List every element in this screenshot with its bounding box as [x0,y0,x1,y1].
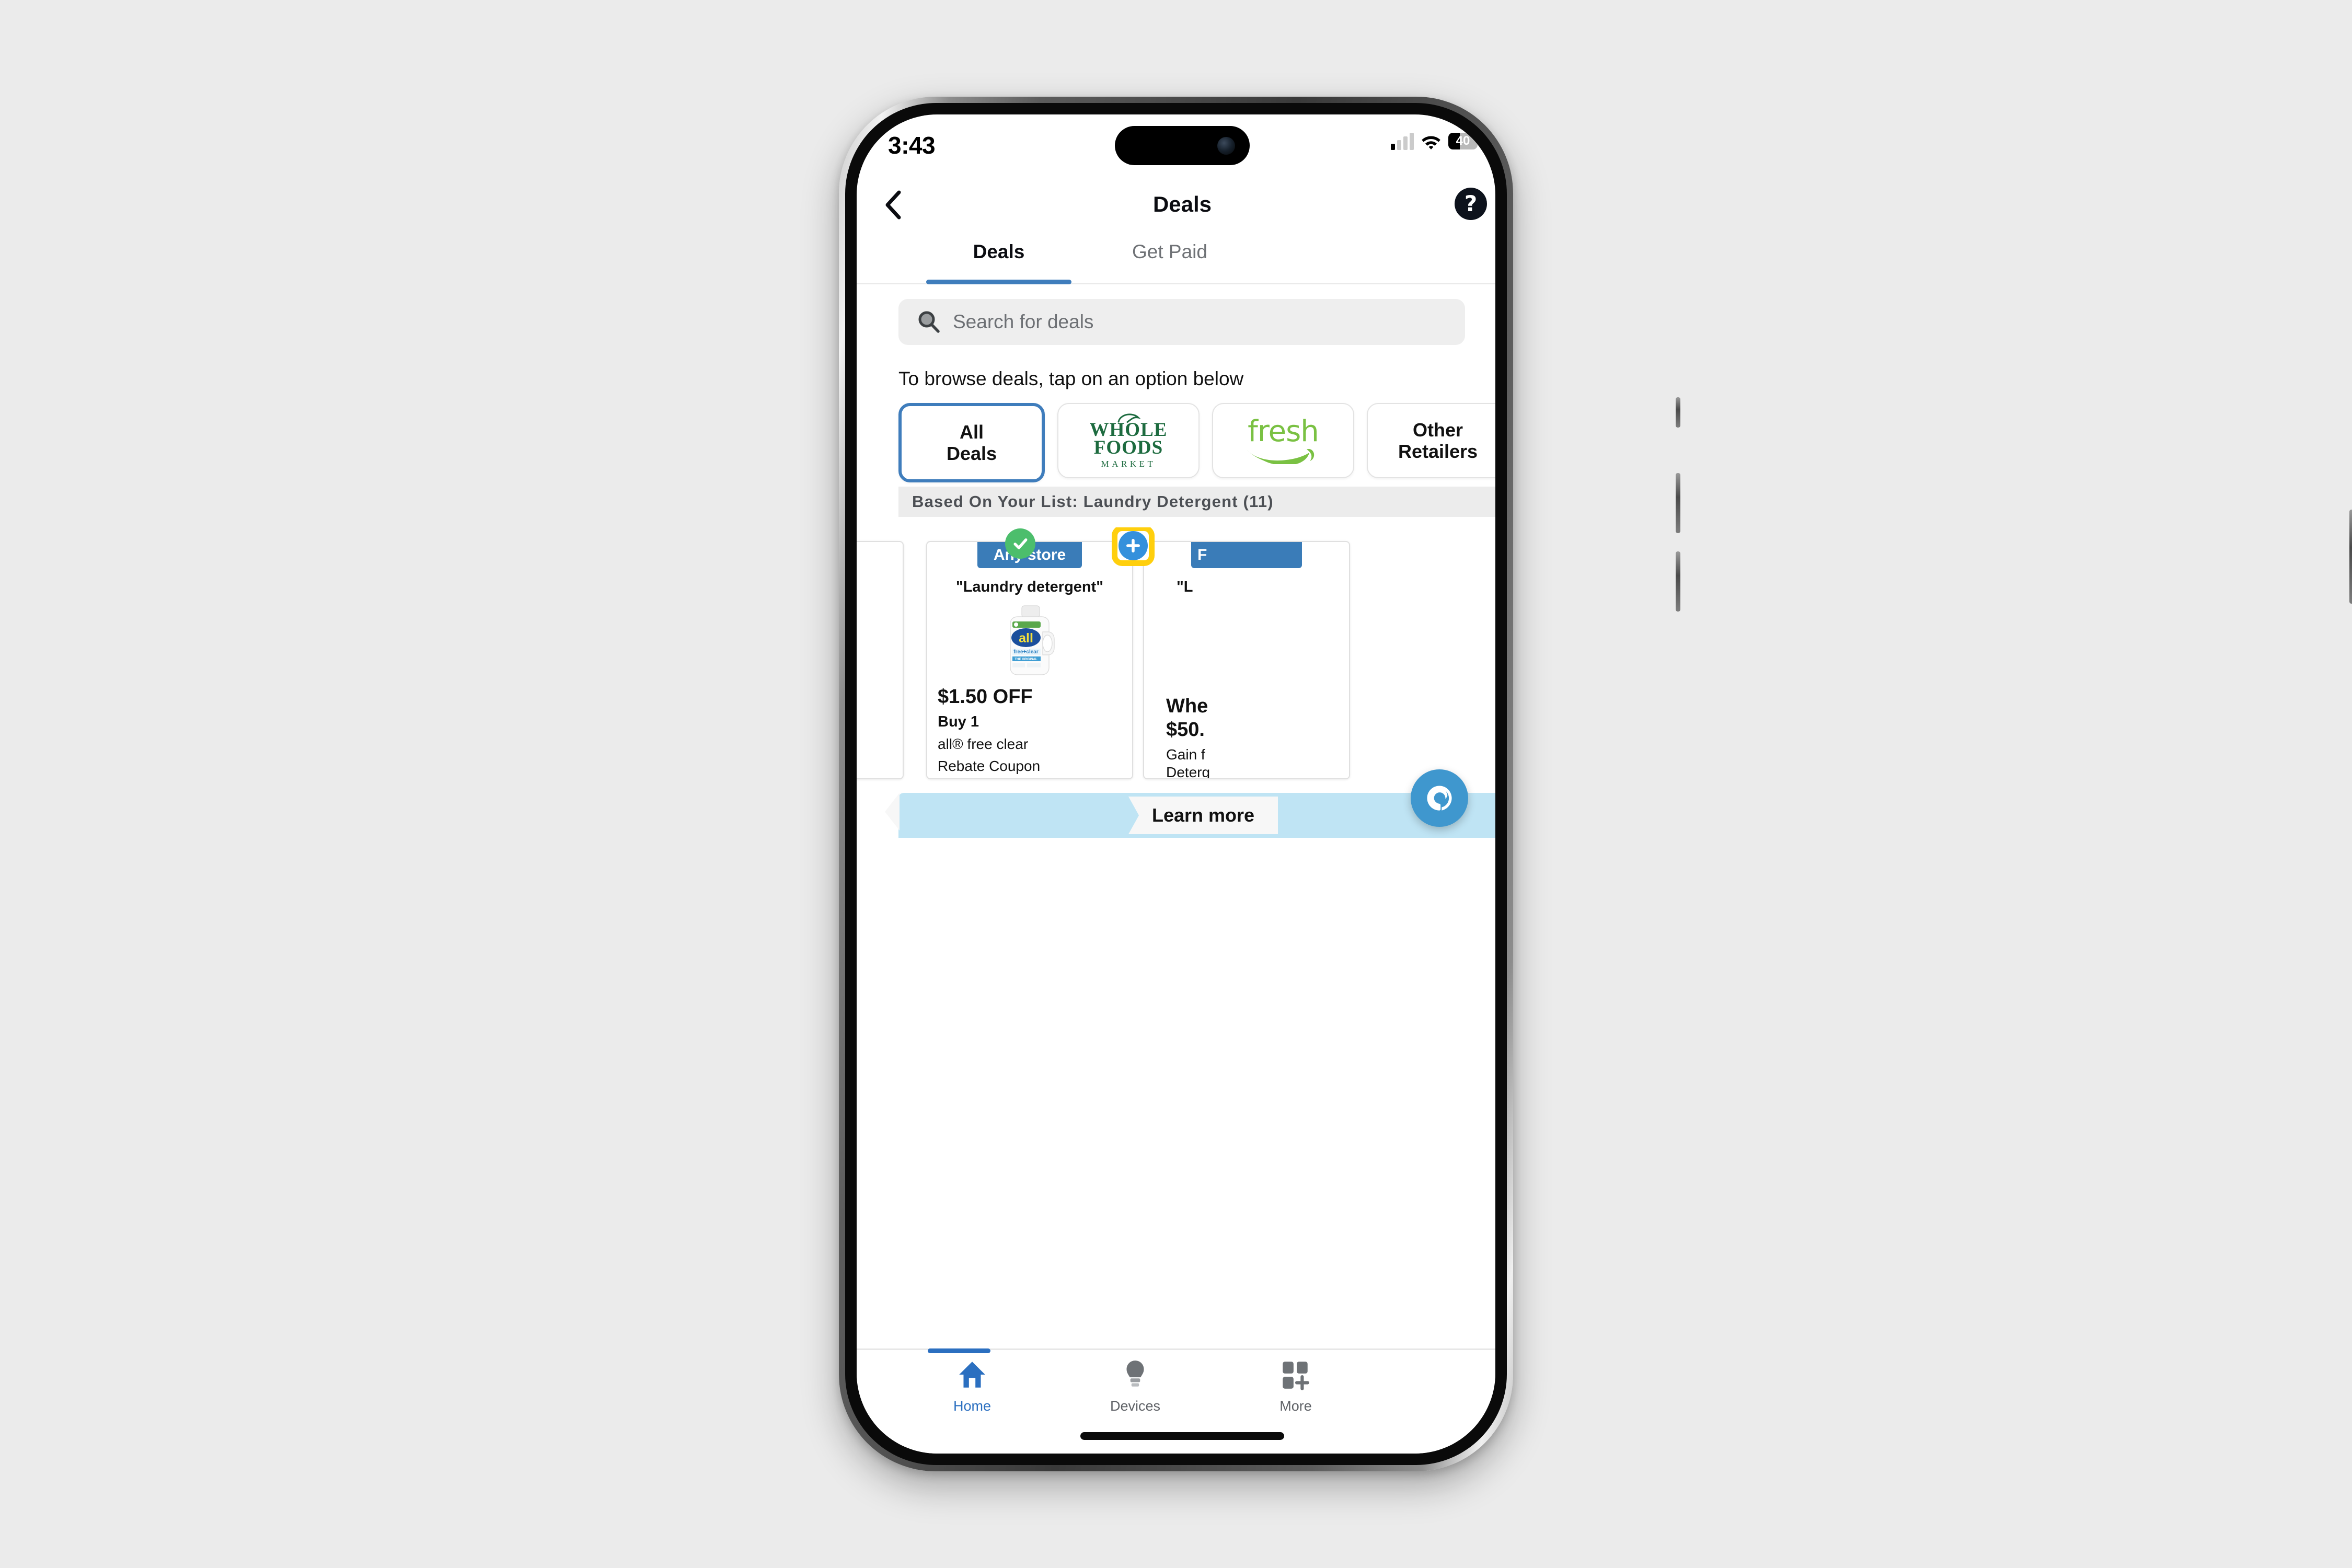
volume-down-button[interactable] [1676,551,1680,612]
nav-header: Deals ? [857,176,1495,233]
search-input[interactable] [952,310,1403,333]
silent-switch[interactable] [1676,397,1680,428]
deal-line1-center: all® free clear [938,736,1029,752]
power-button[interactable] [2349,510,2352,604]
search-bar[interactable] [898,299,1465,345]
amazon-fresh-logo: fresh [1244,417,1322,464]
deal-image-center: all free+clear THE ORIGINAL [927,602,1132,681]
deal-headline-center: $1.50 OFF [938,686,1033,708]
wf-line2: FOODS [1093,437,1163,459]
nav-label-home: Home [953,1398,991,1414]
nav-active-indicator [928,1348,990,1353]
tab-active-underline [926,280,1071,284]
volume-up-button[interactable] [1676,473,1680,533]
svg-text:THE ORIGINAL: THE ORIGINAL [1015,658,1037,661]
front-camera-icon [1217,136,1235,155]
page-title: Deals [1152,192,1212,216]
deal-headline1-right: Whe [1166,695,1208,717]
battery-percent-label: 40 [1456,134,1470,148]
list-section-header: Based On Your List: Laundry Detergent (1… [898,487,1495,517]
home-icon [956,1356,988,1393]
deal-line1-right: Gain f [1166,746,1205,763]
category-chip-amazon-fresh[interactable]: fresh [1212,403,1354,478]
category-chip-all-deals[interactable]: All Deals [898,403,1045,482]
deal-line2-right: Deterg [1166,764,1210,779]
deal-image-right [1144,602,1349,681]
deal-query-left: etergent" [857,579,903,596]
status-time: 3:43 [888,132,936,159]
deal-headline2-right: $50. [1166,719,1205,741]
amazon-smile-icon [1247,449,1315,464]
deal-saved-check-icon [1005,528,1035,559]
fresh-wordmark: fresh [1248,414,1319,448]
nav-item-home[interactable]: Home [928,1356,1017,1425]
deal-card-right[interactable]: F "L Whe $50. Gain f Deterg Prime [1143,541,1350,779]
category-label-all-deals: All Deals [946,421,997,464]
deal-image-left: CLOROX Disinfecting Wipes Kills 99.9% of… [857,602,903,681]
deal-carousel[interactable]: etergent" CLOROX Disinfecti [857,527,1495,794]
svg-text:free+clear: free+clear [1013,649,1039,655]
list-section-title: Based On Your List: Laundry Detergent (1… [912,492,1274,511]
nav-item-devices[interactable]: Devices [1091,1356,1180,1425]
nav-item-more[interactable]: More [1251,1356,1340,1425]
lightbulb-icon [1119,1356,1151,1393]
search-icon [916,309,941,335]
help-button[interactable]: ? [1455,188,1487,220]
grid-plus-icon [1279,1356,1312,1393]
category-chip-whole-foods[interactable]: WHOLE FOODS MARKET [1057,403,1200,478]
ribbon-left-notch [885,793,900,831]
wifi-icon [1421,133,1442,149]
dynamic-island [1115,126,1250,165]
cellular-signal-icon [1391,132,1414,150]
add-deal-plus-button[interactable] [1119,531,1148,560]
phone-device-frame: 3:43 40 Deals ? Deals Get Paid Search fo… [839,97,2352,1471]
wf-line3: MARKET [1101,459,1156,469]
add-deal-highlight-box [1112,527,1155,566]
deal-body-fragment-left: t [857,723,892,740]
deal-card-left[interactable]: etergent" CLOROX Disinfecti [857,541,904,779]
nav-label-more: More [1279,1398,1312,1414]
tab-bar: Deals Get Paid [857,233,1495,284]
status-bar: 3:43 40 [857,114,1495,176]
battery-icon: 40 [1448,133,1481,149]
deal-card-center[interactable]: Any store "Laundry detergent" all free+c… [926,541,1133,779]
learn-more-banner: Learn more [885,793,1495,838]
alexa-icon [1427,786,1452,811]
category-chip-row: All Deals WHOLE FOODS MARKET fresh Other… [898,403,1495,482]
category-chip-other-retailers[interactable]: Other Retailers [1367,403,1495,478]
deal-line2-center: Rebate Coupon [938,758,1041,774]
browse-hint-text: To browse deals, tap on an option below [898,368,1244,389]
phone-bezel: 3:43 40 Deals ? Deals Get Paid Search fo… [845,103,1507,1465]
tab-get-paid[interactable]: Get Paid [1097,233,1242,291]
learn-more-button[interactable]: Learn more [1128,797,1278,834]
deal-query-center: "Laundry detergent" [955,579,1104,595]
wf-line1: WHOLE [1089,419,1168,441]
nav-label-devices: Devices [1110,1398,1161,1414]
status-indicators: 40 [1391,132,1481,150]
category-label-other-retailers: Other Retailers [1398,419,1478,462]
deal-sub-center: Buy 1 [938,713,979,730]
alexa-button[interactable] [1411,769,1468,827]
all-free-clear-detergent-image: all free+clear THE ORIGINAL [999,605,1060,678]
svg-text:all: all [1019,631,1033,645]
whole-foods-logo: WHOLE FOODS MARKET [1090,413,1168,468]
deal-query-right: "L [1177,579,1193,595]
bottom-nav: Home Devices More [857,1348,1495,1454]
phone-screen: 3:43 40 Deals ? Deals Get Paid Search fo… [857,114,1495,1454]
store-badge-right: F [1191,542,1302,568]
home-indicator-bar[interactable] [1080,1432,1284,1440]
